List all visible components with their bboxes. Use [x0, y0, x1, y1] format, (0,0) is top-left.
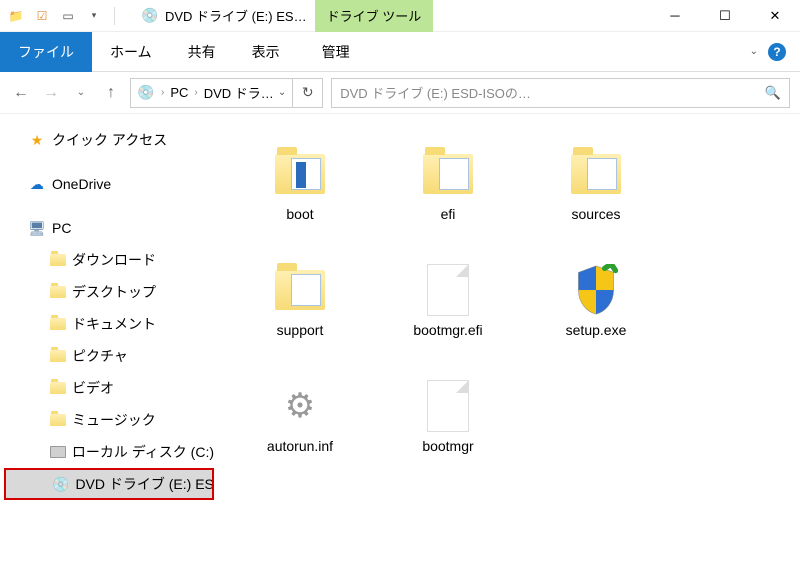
- titlebar: 📁 ☑ ▭ ▾ 💿 DVD ドライブ (E:) ES… ドライブ ツール ─ ☐…: [0, 0, 800, 32]
- sidebar-label: PC: [52, 220, 71, 236]
- sidebar-item-dvd-drive-e[interactable]: 💿 DVD ドライブ (E:) ESD: [4, 468, 214, 500]
- pc-icon: 🖥: [28, 219, 46, 237]
- nav-up-button[interactable]: ↑: [100, 82, 122, 104]
- tab-home[interactable]: ホーム: [92, 32, 170, 72]
- file-label: bootmgr.efi: [413, 322, 482, 338]
- nav-back-button[interactable]: ←: [10, 82, 32, 104]
- breadcrumb-pc[interactable]: PC: [170, 85, 188, 100]
- maximize-button[interactable]: ☐: [700, 0, 750, 32]
- sidebar-item-quick-access[interactable]: ★ クイック アクセス: [4, 124, 214, 156]
- tab-share[interactable]: 共有: [170, 32, 234, 72]
- tab-manage[interactable]: 管理: [304, 32, 368, 72]
- star-icon: ★: [28, 131, 46, 149]
- file-label: boot: [286, 206, 313, 222]
- search-placeholder: DVD ドライブ (E:) ESD-ISOの…: [340, 83, 531, 102]
- file-item-exe[interactable]: setup.exe: [522, 242, 670, 358]
- gear-icon: ⚙: [272, 378, 328, 434]
- file-item-inf[interactable]: ⚙ autorun.inf: [226, 358, 374, 474]
- content-pane[interactable]: boot efi sources support bootmgr.efi: [218, 114, 800, 572]
- tab-view[interactable]: 表示: [234, 32, 298, 72]
- file-grid: boot efi sources support bootmgr.efi: [226, 126, 792, 474]
- qat-new-folder[interactable]: ▭: [58, 6, 78, 26]
- window-title: DVD ドライブ (E:) ES…: [165, 6, 307, 25]
- sidebar-label: ローカル ディスク (C:): [72, 442, 214, 462]
- sidebar-item-music[interactable]: ミュージック: [4, 404, 214, 436]
- file-label: support: [277, 322, 324, 338]
- help-button[interactable]: ?: [768, 43, 786, 61]
- folder-icon: [272, 262, 328, 318]
- file-icon: [420, 262, 476, 318]
- sidebar-item-pictures[interactable]: ピクチャ: [4, 340, 214, 372]
- disc-icon: 💿: [52, 475, 69, 493]
- sidebar-item-downloads[interactable]: ダウンロード: [4, 244, 214, 276]
- address-bar[interactable]: 💿 › PC › DVD ドラ… ⌄: [130, 78, 293, 108]
- context-tab-header: ドライブ ツール: [315, 0, 434, 32]
- file-label: efi: [441, 206, 456, 222]
- file-label: sources: [571, 206, 620, 222]
- sidebar-item-desktop[interactable]: デスクトップ: [4, 276, 214, 308]
- folder-icon: [420, 146, 476, 202]
- sidebar-label: ダウンロード: [72, 250, 156, 270]
- ribbon-expand-icon[interactable]: ⌄: [750, 46, 758, 57]
- sidebar-label: ビデオ: [72, 378, 114, 398]
- qat-properties[interactable]: ☑: [32, 6, 52, 26]
- file-item-file[interactable]: bootmgr.efi: [374, 242, 522, 358]
- qat-dropdown[interactable]: ▾: [84, 6, 104, 26]
- folder-icon: [272, 146, 328, 202]
- sidebar-label: ドキュメント: [72, 314, 156, 334]
- sidebar-label: ピクチャ: [72, 346, 128, 366]
- file-label: autorun.inf: [267, 438, 333, 454]
- sidebar-item-local-disk-c[interactable]: ローカル ディスク (C:): [4, 436, 214, 468]
- file-label: setup.exe: [566, 322, 627, 338]
- ribbon: ファイル ホーム 共有 表示 管理 ⌄ ?: [0, 32, 800, 72]
- file-item-folder[interactable]: boot: [226, 126, 374, 242]
- file-label: bootmgr: [422, 438, 473, 454]
- tab-file[interactable]: ファイル: [0, 32, 92, 72]
- breadcrumb-current[interactable]: DVD ドラ…: [204, 83, 274, 102]
- sidebar-item-videos[interactable]: ビデオ: [4, 372, 214, 404]
- sidebar-item-pc[interactable]: 🖥 PC: [4, 212, 214, 244]
- file-icon: [420, 378, 476, 434]
- sidebar-label: デスクトップ: [72, 282, 156, 302]
- address-dropdown-icon[interactable]: ⌄: [278, 87, 286, 98]
- exe-shield-icon: [568, 262, 624, 318]
- file-item-folder[interactable]: efi: [374, 126, 522, 242]
- refresh-button[interactable]: ↻: [293, 78, 323, 108]
- disc-icon: 💿: [137, 84, 155, 102]
- app-icon: 📁: [6, 6, 26, 26]
- address-row: ← → ⌄ ↑ 💿 › PC › DVD ドラ… ⌄ ↻ DVD ドライブ (E…: [0, 72, 800, 114]
- folder-icon: [50, 286, 66, 298]
- search-icon[interactable]: 🔍: [765, 85, 781, 101]
- folder-icon: [50, 254, 66, 266]
- sidebar-item-documents[interactable]: ドキュメント: [4, 308, 214, 340]
- nav-history-dropdown[interactable]: ⌄: [70, 82, 92, 104]
- sidebar-label: OneDrive: [52, 176, 111, 192]
- cloud-icon: ☁: [28, 175, 46, 193]
- folder-icon: [50, 382, 66, 394]
- minimize-button[interactable]: ─: [650, 0, 700, 32]
- search-input[interactable]: DVD ドライブ (E:) ESD-ISOの… 🔍: [331, 78, 790, 108]
- nav-tree: ★ クイック アクセス ☁ OneDrive 🖥 PC ダウンロード デスクトッ…: [0, 114, 218, 572]
- file-item-folder[interactable]: support: [226, 242, 374, 358]
- folder-icon: [50, 318, 66, 330]
- folder-icon: [50, 350, 66, 362]
- chevron-right-icon[interactable]: ›: [192, 87, 199, 98]
- sidebar-label: ミュージック: [72, 410, 156, 430]
- sidebar-label: クイック アクセス: [52, 130, 167, 150]
- disc-icon: 💿: [141, 7, 159, 25]
- file-item-folder[interactable]: sources: [522, 126, 670, 242]
- file-item-file[interactable]: bootmgr: [374, 358, 522, 474]
- sidebar-item-onedrive[interactable]: ☁ OneDrive: [4, 168, 214, 200]
- folder-icon: [568, 146, 624, 202]
- hdd-icon: [50, 446, 66, 458]
- sidebar-label: DVD ドライブ (E:) ESD: [75, 474, 214, 494]
- chevron-right-icon[interactable]: ›: [159, 87, 166, 98]
- folder-icon: [50, 414, 66, 426]
- close-button[interactable]: ✕: [750, 0, 800, 32]
- nav-forward-button[interactable]: →: [40, 82, 62, 104]
